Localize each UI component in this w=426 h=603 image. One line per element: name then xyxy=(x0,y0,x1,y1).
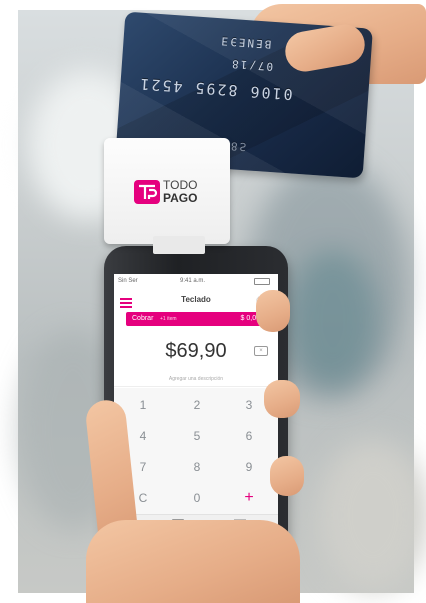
charge-count: +1 item xyxy=(160,316,177,322)
background-object xyxy=(288,250,378,390)
photo-scene: BENEЭƎ 07/18 0106 8295 4521 Ƨ8ƨ TODO PAG… xyxy=(0,0,426,603)
key-2[interactable]: 2 xyxy=(170,390,224,420)
key-add[interactable]: + xyxy=(222,483,276,513)
background-table xyxy=(318,440,426,590)
charge-button[interactable]: Cobrar +1 item $ 0,00 xyxy=(126,312,266,326)
finger-top-right xyxy=(256,290,290,332)
phone-screen: Sin Ser 9:41 a.m. Teclado ⌂ Cobrar +1 it… xyxy=(114,274,278,532)
key-5[interactable]: 5 xyxy=(170,421,224,451)
divider xyxy=(114,386,278,387)
status-carrier: Sin Ser xyxy=(118,278,138,284)
screen-title: Teclado xyxy=(181,295,211,304)
brand-line-2: PAGO xyxy=(163,191,198,205)
description-field[interactable]: Agregar una descripción xyxy=(114,376,278,382)
logo-mark xyxy=(139,184,158,199)
battery-icon xyxy=(254,278,270,285)
finger-mid-right xyxy=(264,380,300,418)
card-reader: TODO PAGO xyxy=(104,138,230,244)
charge-label: Cobrar xyxy=(132,315,154,322)
reader-plug xyxy=(153,236,205,254)
todopago-logo-icon xyxy=(134,180,160,204)
key-6[interactable]: 6 xyxy=(222,421,276,451)
keypad: 1 2 3 4 5 6 7 8 9 C 0 + xyxy=(114,388,278,514)
brand-line-1: TODO xyxy=(163,178,198,192)
status-time: 9:41 a.m. xyxy=(180,278,206,284)
finger-low-right xyxy=(270,456,304,496)
key-9[interactable]: 9 xyxy=(222,452,276,482)
key-8[interactable]: 8 xyxy=(170,452,224,482)
key-0[interactable]: 0 xyxy=(170,483,224,513)
palm xyxy=(86,520,300,603)
backspace-icon[interactable]: × xyxy=(254,346,268,356)
